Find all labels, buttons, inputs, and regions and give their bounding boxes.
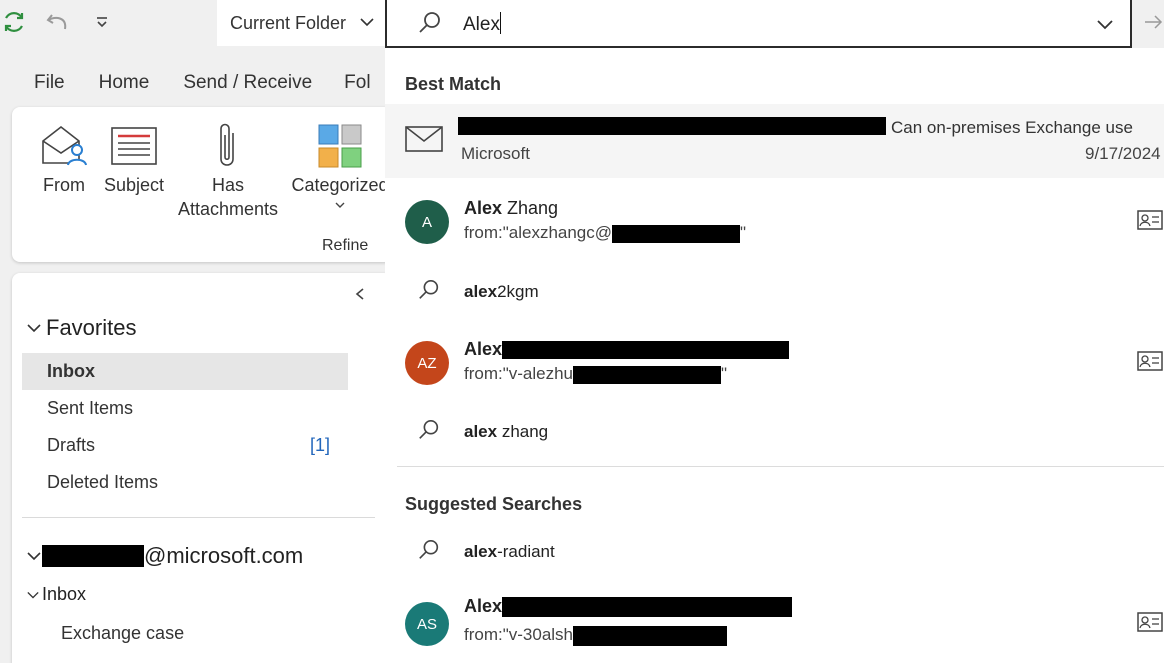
drafts-count-badge: [1]	[309, 435, 330, 455]
person-suggestion[interactable]: A Alex Zhang from:"alexzhangc@ "	[385, 186, 1164, 256]
person-suggestion[interactable]: AZ Alex from:"v-alezhu "	[385, 327, 1164, 397]
contact-card-icon[interactable]	[1137, 612, 1163, 637]
search-icon	[417, 10, 443, 41]
person-from-filter: from:"alexzhangc@ "	[464, 223, 747, 243]
search-suggestion[interactable]: alex-radiant	[385, 532, 1164, 572]
paperclip-icon	[213, 119, 243, 173]
customize-toolbar-icon[interactable]	[92, 8, 112, 36]
mail-icon	[405, 125, 443, 158]
redacted-block	[42, 545, 144, 567]
envelope-person-icon	[39, 119, 89, 173]
suggested-searches-header: Suggested Searches	[405, 494, 583, 514]
search-scope-dropdown[interactable]: Current Folder	[217, 0, 385, 46]
person-name: Alex	[464, 339, 790, 360]
ribbon: From Subject Has Attachments Categorized…	[12, 107, 392, 262]
categorized-button[interactable]: Categorized	[291, 119, 389, 211]
person-name: Alex Zhang	[464, 198, 559, 218]
person-from-filter: from:"v-alezhu "	[464, 364, 728, 384]
search-suggestion[interactable]: alex zhang	[385, 412, 1164, 452]
categories-grid-icon	[317, 119, 363, 173]
avatar: A	[405, 200, 449, 244]
person-name: Alex	[464, 596, 793, 618]
chevron-down-icon	[27, 552, 41, 561]
folder-exchange-case[interactable]: Exchange case	[22, 615, 348, 652]
avatar: AS	[405, 602, 449, 646]
folder-drafts[interactable]: Drafts [1]	[22, 427, 348, 464]
undo-icon[interactable]	[44, 8, 72, 36]
folder-sent-items[interactable]: Sent Items	[22, 390, 348, 427]
search-scope-label: Current Folder	[230, 12, 347, 33]
search-suggestion[interactable]: alex2kgm	[385, 272, 1164, 312]
folder-pane: Favorites Inbox Sent Items Drafts [1] De…	[12, 273, 392, 663]
has-attachments-button[interactable]: Has Attachments	[172, 119, 284, 221]
chevron-down-icon	[27, 591, 39, 599]
sync-icon[interactable]	[0, 8, 28, 36]
avatar: AZ	[405, 341, 449, 385]
best-match-date: 9/17/2024	[1085, 144, 1161, 163]
from-label: From	[43, 175, 85, 195]
person-from-filter: from:"v-30alsh	[464, 625, 728, 646]
search-icon	[417, 278, 441, 307]
chevron-down-icon	[27, 324, 41, 333]
subject-label: Subject	[103, 175, 165, 195]
tab-home[interactable]: Home	[99, 60, 150, 106]
redacted-block	[458, 117, 886, 135]
refine-group-label: Refine	[322, 237, 369, 254]
tab-folder[interactable]: Fol	[344, 60, 370, 106]
categorized-label: Categorized	[291, 175, 389, 195]
from-button[interactable]: From	[36, 119, 92, 197]
suggestion-text: alex zhang	[464, 422, 549, 441]
folder-deleted-items[interactable]: Deleted Items	[22, 464, 348, 501]
title-bar: Current Folder Alex	[0, 0, 1164, 48]
best-match-subject: Can on-premises Exchange use	[891, 118, 1133, 137]
search-suggestions-dropdown: Best Match Can on-premises Exchange use …	[385, 48, 1164, 663]
folder-divider	[22, 517, 375, 518]
arrow-right-icon[interactable]	[1143, 12, 1163, 37]
search-box[interactable]: Alex	[385, 0, 1132, 48]
search-icon	[417, 538, 441, 567]
search-icon	[417, 418, 441, 447]
collapse-pane-icon[interactable]	[354, 287, 366, 306]
account-inbox-header[interactable]: Inbox	[26, 584, 86, 605]
has-attachments-label: Has Attachments	[177, 175, 279, 219]
best-match-sender: Microsoft	[461, 144, 530, 163]
dropdown-divider	[397, 466, 1164, 467]
account-name: @microsoft.com	[144, 543, 304, 568]
suggestion-text: alex-radiant	[464, 542, 555, 561]
contact-card-icon[interactable]	[1137, 210, 1163, 235]
search-input[interactable]: Alex	[463, 12, 501, 36]
best-match-item[interactable]: Can on-premises Exchange use Microsoft 9…	[385, 104, 1164, 178]
subject-button[interactable]: Subject	[102, 119, 166, 197]
best-match-header: Best Match	[405, 74, 502, 94]
tab-file[interactable]: File	[34, 60, 65, 106]
favorites-header[interactable]: Favorites	[26, 315, 136, 341]
suggestion-text: alex2kgm	[464, 282, 539, 301]
chevron-down-icon[interactable]	[1096, 15, 1114, 38]
chevron-down-icon	[359, 14, 375, 35]
folder-inbox[interactable]: Inbox	[22, 353, 348, 390]
account-header[interactable]: @microsoft.com	[26, 543, 303, 569]
person-suggestion[interactable]: AS Alex from:"v-30alsh	[385, 588, 1164, 658]
chevron-down-icon	[335, 197, 345, 211]
subject-lines-icon	[110, 119, 158, 173]
ribbon-tabs: File Home Send / Receive Fol	[0, 60, 371, 106]
favorites-label: Favorites	[46, 315, 137, 340]
contact-card-icon[interactable]	[1137, 351, 1163, 376]
tab-send-receive[interactable]: Send / Receive	[183, 60, 312, 106]
